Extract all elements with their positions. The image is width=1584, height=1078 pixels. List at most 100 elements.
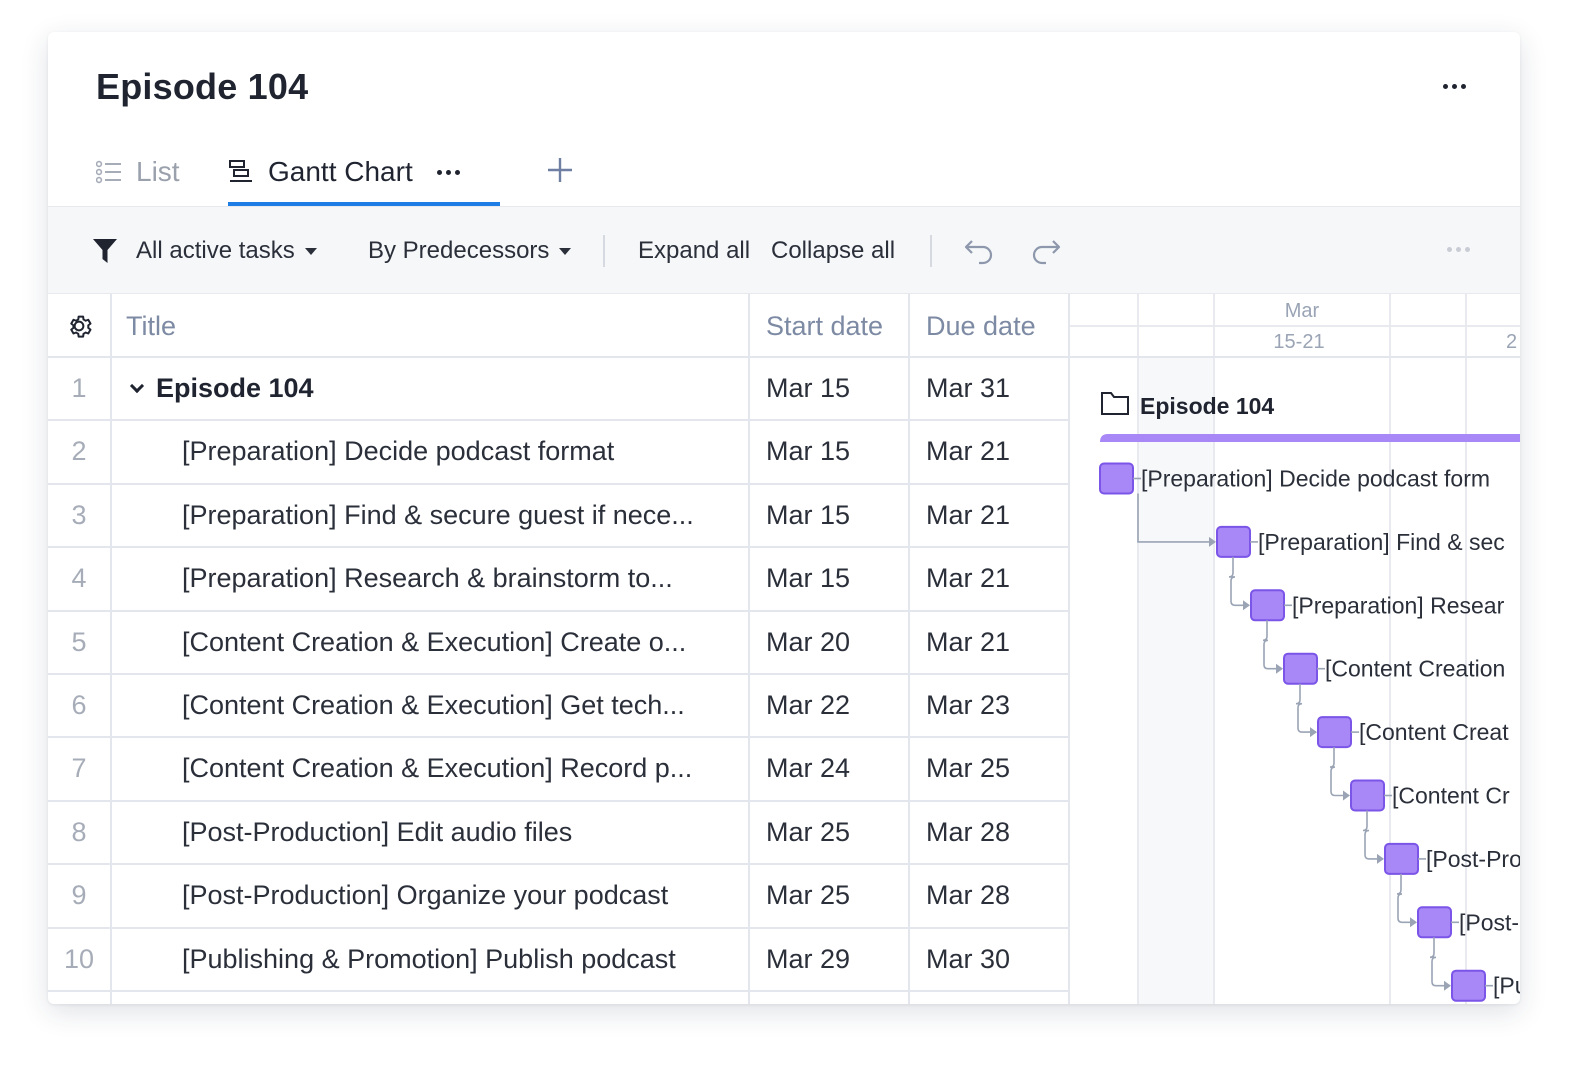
row-number: 8 [71,816,87,847]
toolbar-more-button[interactable] [1447,247,1470,252]
task-title[interactable]: [Content Creation & Execution] Create o.… [110,612,748,673]
group-by-dropdown[interactable]: By Predecessors [368,207,572,295]
start-date-cell[interactable]: Mar 15 [750,548,908,609]
task-title[interactable]: [Preparation] Find & secure guest if nec… [110,485,748,546]
row-number: 4 [71,563,87,594]
folder-icon [1101,392,1129,415]
start-date-cell[interactable]: Mar 20 [750,612,908,673]
more-dot-icon [1442,83,1448,89]
task-title[interactable]: [Post-Production] Edit audio files [110,802,748,863]
task-title-text: Episode 104 [156,373,314,403]
task-title[interactable]: [Content Creation & Execution] Record p.… [110,738,748,799]
dependency-connector [1228,556,1249,607]
arrow-head-icon [1310,727,1317,738]
task-bar-label: [Post-Pro [1426,846,1520,872]
task-bar[interactable] [1250,589,1285,622]
due-date-cell[interactable]: Mar 21 [910,485,1068,546]
tab-gantt-chart[interactable]: Gantt Chart [228,138,500,206]
timeline-week-label: 2 [1506,331,1517,353]
project-summary-label: Episode 104 [1140,393,1274,419]
group-by-label: By Predecessors [368,237,550,264]
toolbar-divider [930,235,932,267]
task-bar[interactable] [1216,525,1251,558]
expand-all-button[interactable]: Expand all [638,207,750,295]
tab-list[interactable]: List [96,138,180,206]
task-bar[interactable] [1451,969,1486,1002]
due-date-cell[interactable]: Mar 28 [910,865,1068,926]
settings-gear-icon[interactable] [64,311,94,341]
table-row[interactable]: 3 [Preparation] Find & secure guest if ne… [48,485,1070,549]
due-date-cell[interactable]: Mar 21 [910,612,1068,673]
more-dot-icon [436,169,442,175]
due-date-cell[interactable]: Mar 21 [910,421,1068,482]
task-bar[interactable] [1283,652,1318,685]
task-bar[interactable] [1317,716,1352,749]
table-row[interactable] [48,992,1070,1004]
more-dot-icon [1460,83,1466,89]
start-date-cell[interactable]: Mar 22 [750,675,908,736]
row-number: 7 [71,753,87,784]
task-title[interactable]: [Content Creation & Execution] Get tech.… [110,675,748,736]
task-title[interactable]: [Publishing & Promotion] Publish podcast [110,929,748,990]
task-title[interactable]: Episode 104 [110,358,748,419]
column-header-title[interactable]: Title [126,294,176,358]
task-title-text: [Content Creation & Execution] Create o.… [182,626,687,657]
page-more-button[interactable] [1436,76,1472,96]
task-bar[interactable] [1417,906,1452,939]
task-bar-label: [Post- [1459,909,1519,935]
more-dot-icon [454,169,460,175]
collapse-all-button[interactable]: Collapse all [771,207,895,295]
table-row[interactable]: 8 [Post-Production] Edit audio files Mar 2… [48,802,1070,866]
start-date-cell[interactable]: Mar 24 [750,738,908,799]
table-row[interactable]: 1 Episode 104 Mar 15 Mar 31 [48,358,1070,422]
gantt-canvas: Mar 15-21 2 Episode 104 [Preparation] Decide… [1070,294,1520,1004]
tab-more-button[interactable] [436,169,460,175]
task-title-text: [Post-Production] Organize your podcast [182,880,669,911]
table-row[interactable]: 6 [Content Creation & Execution] Get tech… [48,675,1070,739]
column-header-start-date[interactable]: Start date [766,294,883,358]
arrow-head-icon [1243,600,1250,611]
start-date-cell[interactable]: Mar 15 [750,485,908,546]
task-bar[interactable] [1099,462,1134,495]
table-row[interactable]: 7 [Content Creation & Execution] Record p… [48,738,1070,802]
start-date-cell[interactable]: Mar 29 [750,929,908,990]
table-row[interactable]: 9 [Post-Production] Organize your podcast… [48,865,1070,929]
undo-icon[interactable] [963,235,997,265]
start-date-cell[interactable]: Mar 15 [750,421,908,482]
due-date-cell[interactable]: Mar 31 [910,358,1068,419]
column-header-due-date[interactable]: Due date [926,294,1036,358]
task-bar-label: [Preparation] Decide podcast form [1141,466,1490,492]
filter-dropdown[interactable]: All active tasks [92,207,317,295]
due-date-cell[interactable]: Mar 23 [910,675,1068,736]
chevron-down-icon[interactable] [129,378,145,393]
task-title[interactable]: [Post-Production] Organize your podcast [110,865,748,926]
start-date-cell[interactable]: Mar 25 [750,865,908,926]
gantt-timeline: Mar 15-21 2 Episode 104 [Preparation] Decide… [1070,294,1520,1004]
task-title[interactable]: [Preparation] Research & brainstorm to..… [110,548,748,609]
start-date-cell[interactable]: Mar 25 [750,802,908,863]
table-row[interactable]: 5 [Content Creation & Execution] Create o… [48,612,1070,675]
task-title-text: [Post-Production] Edit audio files [182,816,573,847]
add-view-icon[interactable] [544,154,576,186]
due-date-cell[interactable]: Mar 30 [910,929,1068,990]
caret-down-icon [559,247,572,255]
task-bar[interactable] [1384,842,1419,875]
gantt-icon [229,160,252,182]
task-bar[interactable] [1350,779,1385,812]
filter-icon [93,239,117,263]
redo-icon[interactable] [1028,235,1062,265]
more-dot-icon [1465,247,1470,252]
due-date-cell[interactable]: Mar 25 [910,738,1068,799]
project-summary-bar[interactable] [1100,434,1520,442]
table-row[interactable]: 10 [Publishing & Promotion] Publish podca… [48,929,1070,992]
due-date-cell[interactable]: Mar 21 [910,548,1068,609]
table-row[interactable]: 4 [Preparation] Research & brainstorm to.… [48,548,1070,612]
weekend-shade [1138,358,1214,1004]
task-title-text: [Preparation] Research & brainstorm to..… [182,563,673,594]
due-date-cell[interactable]: Mar 28 [910,802,1068,863]
task-title[interactable]: [Preparation] Decide podcast format [110,421,748,482]
table-row[interactable]: 2 [Preparation] Decide podcast format Mar … [48,421,1070,485]
start-date-cell[interactable]: Mar 15 [750,358,908,419]
more-dot-icon [1456,247,1461,252]
task-title-text: [Content Creation & Execution] Get tech.… [182,690,685,720]
